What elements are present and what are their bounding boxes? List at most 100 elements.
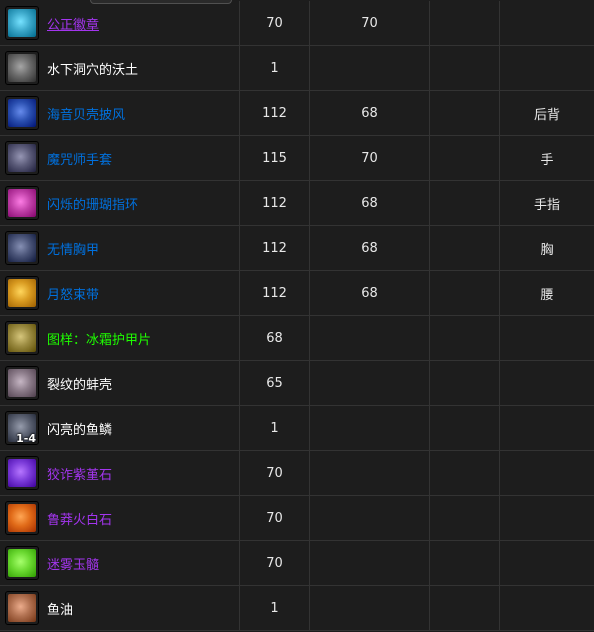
required-level-cell: 70 xyxy=(310,1,430,45)
belt-icon[interactable] xyxy=(5,276,39,310)
empty-cell xyxy=(430,181,500,225)
item-level-cell: 1 xyxy=(240,586,310,630)
table-row[interactable]: 无情胸甲 112 68 胸 xyxy=(0,226,594,271)
table-row[interactable]: 月怒束带 112 68 腰 xyxy=(0,271,594,316)
table-row[interactable]: 图样：冰霜护甲片 68 xyxy=(0,316,594,361)
item-level-cell: 70 xyxy=(240,541,310,585)
item-name-link[interactable]: 迷雾玉髓 xyxy=(47,554,99,573)
empty-cell xyxy=(430,316,500,360)
item-name-link[interactable]: 狡诈紫堇石 xyxy=(47,464,112,483)
item-cell: 公正徽章 xyxy=(0,1,240,45)
empty-cell xyxy=(430,496,500,540)
fish-oil-vial-icon[interactable] xyxy=(5,591,39,625)
item-level-cell: 112 xyxy=(240,91,310,135)
item-name-link[interactable]: 裂纹的蚌壳 xyxy=(47,374,112,393)
item-level-cell: 70 xyxy=(240,496,310,540)
slot-cell: 手指 xyxy=(533,197,560,213)
required-level-cell xyxy=(310,541,430,585)
item-cell: 鲁莽火白石 xyxy=(0,496,240,540)
cave-soil-icon[interactable] xyxy=(5,51,39,85)
empty-cell xyxy=(430,451,500,495)
required-level-cell xyxy=(310,496,430,540)
item-level-cell: 70 xyxy=(240,451,310,495)
table-row[interactable]: 公正徽章 70 70 xyxy=(0,1,594,46)
item-cell: 海音贝壳披风 xyxy=(0,91,240,135)
empty-cell xyxy=(430,541,500,585)
chest-armor-icon[interactable] xyxy=(5,231,39,265)
gloves-icon[interactable] xyxy=(5,141,39,175)
item-level-cell: 115 xyxy=(240,136,310,180)
slot-cell xyxy=(500,496,594,540)
empty-cell xyxy=(430,361,500,405)
slot-cell: 胸 xyxy=(540,242,554,258)
slot-cell xyxy=(500,316,594,360)
item-name-link[interactable]: 无情胸甲 xyxy=(47,239,99,258)
stack-count: 1-4 xyxy=(16,432,36,445)
slot-cell: 腰 xyxy=(540,287,554,303)
table-row[interactable]: 水下洞穴的沃土 1 xyxy=(0,46,594,91)
required-level-cell: 68 xyxy=(310,181,430,225)
item-level-cell: 112 xyxy=(240,271,310,315)
slot-cell xyxy=(500,586,594,630)
empty-cell xyxy=(430,91,500,135)
item-name-link[interactable]: 闪亮的鱼鳞 xyxy=(47,419,112,438)
item-name-link[interactable]: 鱼油 xyxy=(47,599,73,618)
item-level-cell: 65 xyxy=(240,361,310,405)
slot-cell xyxy=(500,451,594,495)
table-row[interactable]: 1-4 闪亮的鱼鳞 1 xyxy=(0,406,594,451)
item-name-link[interactable]: 公正徽章 xyxy=(47,14,99,33)
slot-cell xyxy=(500,361,594,405)
item-name-link[interactable]: 鲁莽火白石 xyxy=(47,509,112,528)
slot-cell xyxy=(500,46,594,90)
item-level-cell: 112 xyxy=(240,226,310,270)
slot-cell: 手 xyxy=(540,152,554,168)
item-name-link[interactable]: 水下洞穴的沃土 xyxy=(47,59,138,78)
item-cell: 图样：冰霜护甲片 xyxy=(0,316,240,360)
required-level-cell: 68 xyxy=(310,271,430,315)
item-name-link[interactable]: 图样：冰霜护甲片 xyxy=(47,329,151,348)
item-level-cell: 68 xyxy=(240,316,310,360)
required-level-cell xyxy=(310,46,430,90)
required-level-cell xyxy=(310,451,430,495)
header-tab[interactable] xyxy=(90,0,232,4)
loot-table: 公正徽章 70 70 水下洞穴的沃土 1 海音贝壳披风 112 68 后背 魔咒师手套 115 70 手… xyxy=(0,0,594,632)
item-cell: 鱼油 xyxy=(0,586,240,630)
item-name-link[interactable]: 魔咒师手套 xyxy=(47,149,112,168)
orange-gem-icon[interactable] xyxy=(5,501,39,535)
item-name-link[interactable]: 月怒束带 xyxy=(47,284,99,303)
item-cell: 狡诈紫堇石 xyxy=(0,451,240,495)
item-cell: 1-4 闪亮的鱼鳞 xyxy=(0,406,240,450)
fish-scale-icon[interactable]: 1-4 xyxy=(5,411,39,445)
badge-of-justice-icon[interactable] xyxy=(5,6,39,40)
clam-shell-icon[interactable] xyxy=(5,366,39,400)
green-gem-icon[interactable] xyxy=(5,546,39,580)
item-cell: 月怒束带 xyxy=(0,271,240,315)
empty-cell xyxy=(430,271,500,315)
empty-cell xyxy=(430,1,500,45)
table-row[interactable]: 迷雾玉髓 70 xyxy=(0,541,594,586)
item-name-link[interactable]: 海音贝壳披风 xyxy=(47,104,125,123)
required-level-cell: 68 xyxy=(310,91,430,135)
purple-gem-icon[interactable] xyxy=(5,456,39,490)
item-name-link[interactable]: 闪烁的珊瑚指环 xyxy=(47,194,138,213)
empty-cell xyxy=(430,406,500,450)
table-row[interactable]: 海音贝壳披风 112 68 后背 xyxy=(0,91,594,136)
item-cell: 魔咒师手套 xyxy=(0,136,240,180)
empty-cell xyxy=(430,46,500,90)
table-row[interactable]: 魔咒师手套 115 70 手 xyxy=(0,136,594,181)
ring-icon[interactable] xyxy=(5,186,39,220)
item-level-cell: 1 xyxy=(240,46,310,90)
item-cell: 水下洞穴的沃土 xyxy=(0,46,240,90)
cloak-icon[interactable] xyxy=(5,96,39,130)
item-cell: 裂纹的蚌壳 xyxy=(0,361,240,405)
table-row[interactable]: 裂纹的蚌壳 65 xyxy=(0,361,594,406)
table-row[interactable]: 鲁莽火白石 70 xyxy=(0,496,594,541)
table-row[interactable]: 闪烁的珊瑚指环 112 68 手指 xyxy=(0,181,594,226)
item-cell: 无情胸甲 xyxy=(0,226,240,270)
table-row[interactable]: 狡诈紫堇石 70 xyxy=(0,451,594,496)
slot-cell xyxy=(500,406,594,450)
empty-cell xyxy=(430,136,500,180)
table-row[interactable]: 鱼油 1 xyxy=(0,586,594,631)
pattern-scroll-icon[interactable] xyxy=(5,321,39,355)
item-level-cell: 1 xyxy=(240,406,310,450)
